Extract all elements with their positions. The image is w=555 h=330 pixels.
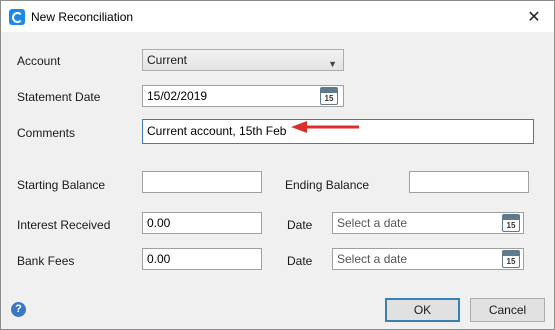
- app-logo-icon: [9, 9, 25, 25]
- account-label: Account: [17, 54, 61, 68]
- calendar-day: 15: [506, 257, 516, 266]
- interest-received-label: Interest Received: [17, 218, 111, 232]
- account-select-value: Current: [147, 53, 188, 67]
- account-select[interactable]: Current ▼: [142, 49, 344, 71]
- cancel-button[interactable]: Cancel: [470, 298, 545, 322]
- fees-date-label: Date: [287, 254, 313, 268]
- bank-fees-value: 0.00: [147, 252, 171, 266]
- interest-received-value: 0.00: [147, 216, 171, 230]
- fees-date-field[interactable]: Select a date: [332, 248, 524, 270]
- calendar-day: 15: [506, 221, 516, 230]
- statement-date-label: Statement Date: [17, 90, 101, 104]
- statement-date-field[interactable]: 15/02/2019: [142, 85, 344, 107]
- red-arrow-icon: [291, 121, 359, 133]
- starting-balance-label: Starting Balance: [17, 178, 106, 192]
- ok-button[interactable]: OK: [385, 298, 460, 322]
- starting-balance-input[interactable]: [142, 171, 262, 193]
- interest-date-placeholder: Select a date: [337, 216, 408, 230]
- reconciliation-dialog: New Reconciliation ✕ Account Current ▼ S…: [0, 0, 555, 330]
- statement-date-value: 15/02/2019: [147, 89, 208, 103]
- interest-received-input[interactable]: 0.00: [142, 212, 262, 234]
- comments-value: Current account, 15th Feb: [147, 124, 287, 138]
- comments-label: Comments: [17, 126, 76, 140]
- ending-balance-input[interactable]: [409, 171, 529, 193]
- calendar-icon[interactable]: 15: [502, 214, 520, 232]
- calendar-day: 15: [324, 94, 334, 103]
- dialog-title: New Reconciliation: [31, 10, 134, 24]
- chevron-down-icon: ▼: [328, 59, 337, 69]
- bank-fees-label: Bank Fees: [17, 254, 75, 268]
- calendar-icon[interactable]: 15: [502, 250, 520, 268]
- close-button[interactable]: ✕: [514, 1, 554, 32]
- bank-fees-input[interactable]: 0.00: [142, 248, 262, 270]
- title-bar: New Reconciliation ✕: [1, 1, 554, 32]
- fees-date-placeholder: Select a date: [337, 252, 408, 266]
- ending-balance-label: Ending Balance: [285, 178, 370, 192]
- help-icon[interactable]: ?: [11, 302, 26, 317]
- interest-date-field[interactable]: Select a date: [332, 212, 524, 234]
- calendar-icon[interactable]: 15: [320, 87, 338, 105]
- interest-date-label: Date: [287, 218, 313, 232]
